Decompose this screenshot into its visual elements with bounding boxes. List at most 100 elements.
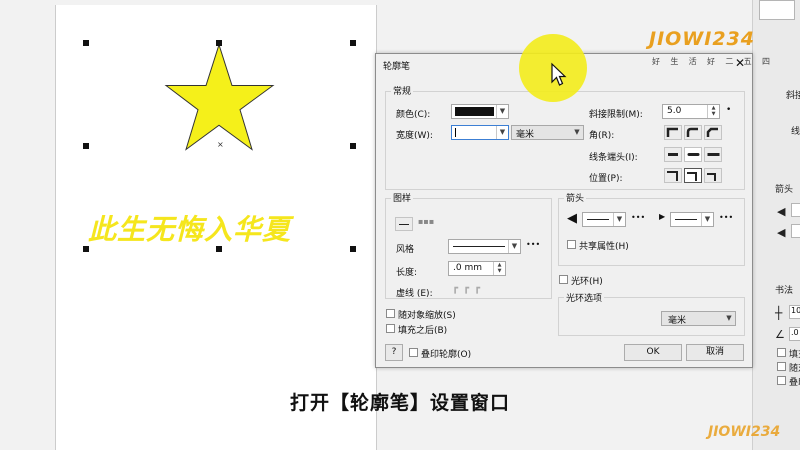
share-attributes-label: 共享属性(H) — [579, 242, 629, 252]
end-arrow-more-button[interactable]: ••• — [719, 213, 733, 222]
spinner-arrows-icon[interactable]: ▲ ▼ — [493, 262, 505, 275]
dialog-title: 轮廓笔 — [383, 62, 411, 72]
miter-limit-spinner[interactable]: 5.0 ▲ ▼ — [662, 104, 720, 119]
corner-round-button[interactable] — [684, 125, 702, 140]
line-style-preview — [453, 246, 505, 247]
selection-handle[interactable] — [216, 40, 222, 46]
watermark-slogan: 好 生 活 好 二 五 四 — [652, 56, 770, 67]
halo-unit-select[interactable]: 毫米 ▼ — [661, 311, 736, 326]
lock-icon[interactable]: • — [726, 105, 731, 115]
dash-preview-icon: ▪▪▪ — [418, 217, 435, 226]
scale-with-object-checkbox[interactable] — [386, 309, 395, 318]
docker-fill-checkbox[interactable] — [777, 348, 786, 357]
color-swatch — [455, 107, 494, 116]
chevron-down-icon: ▼ — [496, 105, 508, 118]
width-unit-value: 毫米 — [516, 130, 535, 140]
color-picker[interactable]: ▼ — [451, 104, 509, 119]
chevron-down-icon: ▼ — [496, 126, 508, 139]
start-arrow-select[interactable]: ▼ — [582, 212, 626, 227]
selection-handle[interactable] — [350, 246, 356, 252]
end-arrow-select[interactable]: ▼ — [670, 212, 714, 227]
color-label: 颜色(C): — [396, 110, 431, 120]
selection-handle[interactable] — [350, 143, 356, 149]
docker-overprint-label: 叠印 — [789, 378, 800, 388]
cap-butt-button[interactable] — [664, 147, 682, 162]
dash-corner-icons[interactable]: ┏┏┏ — [452, 283, 485, 294]
miter-limit-value: 5.0 — [667, 106, 682, 116]
docker-arrowhead-label: 箭头 — [775, 185, 794, 195]
corner-miter-icon — [666, 127, 678, 137]
docker-miter-label: 斜接 — [786, 91, 800, 101]
spinner-arrows-icon[interactable]: ▲ ▼ — [707, 105, 719, 118]
slogan-char: 生 — [670, 57, 679, 66]
chevron-down-icon: ▼ — [726, 314, 732, 322]
docker-angle-field[interactable]: .0 — [789, 327, 800, 341]
help-button[interactable]: ? — [385, 344, 403, 361]
selection-handle[interactable] — [83, 143, 89, 149]
slogan-char: 二 — [725, 57, 734, 66]
share-attributes-checkbox[interactable] — [567, 240, 576, 249]
width-label: 宽度(W): — [396, 131, 433, 141]
position-inside-button[interactable] — [704, 168, 722, 183]
width-combo[interactable]: ▼ — [451, 125, 509, 140]
outline-pen-dialog: 轮廓笔 ✕ 常规 颜色(C): ▼ 宽度(W): ▼ 毫米 ▼ 斜接限制(M):… — [375, 53, 753, 368]
slogan-char: 好 — [706, 57, 715, 66]
halo-options-title: 光环选项 — [564, 291, 605, 304]
docker-stretch-field[interactable]: 10 — [789, 305, 800, 319]
start-arrow-more-button[interactable]: ••• — [631, 213, 645, 222]
overprint-outline-checkbox[interactable] — [409, 348, 418, 357]
video-caption: 打开【轮廓笔】设置窗口 — [289, 392, 510, 414]
docker-arrow-left-icon-2[interactable]: ◀ — [777, 226, 785, 239]
arrows-group — [558, 198, 745, 266]
corner-label: 角(R): — [589, 131, 615, 141]
slogan-char: 好 — [652, 57, 660, 66]
slogan-char: 活 — [688, 57, 697, 66]
mouse-pointer-icon — [551, 62, 567, 86]
watermark-logo-bottom: JIOWI234 — [708, 424, 781, 440]
cap-square-button[interactable] — [704, 147, 722, 162]
stretch-icon: ┼ — [775, 306, 783, 320]
miter-limit-label: 斜接限制(M): — [589, 110, 643, 120]
docker-arrow-field[interactable] — [791, 203, 800, 217]
chevron-down-icon: ▼ — [508, 240, 520, 253]
text-caret — [455, 128, 456, 137]
docker-follow-checkbox[interactable] — [777, 362, 786, 371]
center-mark-icon: × — [217, 140, 224, 149]
length-spinner[interactable]: .0 mm ▲ ▼ — [448, 261, 506, 276]
docker-fill-label: 填充 — [789, 350, 800, 360]
docker-overprint-checkbox[interactable] — [777, 376, 786, 385]
canvas-workspace — [0, 0, 55, 450]
corner-miter-button[interactable] — [664, 125, 682, 140]
length-label: 长度: — [396, 268, 418, 278]
halo-label: 光环(H) — [571, 277, 603, 287]
slogan-char: 四 — [761, 57, 770, 66]
docker-arrow-left-icon[interactable]: ◀ — [777, 205, 785, 218]
chevron-down-icon: ▼ — [613, 213, 625, 226]
docker-top-field[interactable] — [759, 0, 795, 20]
arrow-left-icon: ◀ — [567, 211, 577, 226]
halo-checkbox[interactable] — [559, 275, 568, 284]
cap-round-button[interactable] — [684, 147, 702, 162]
angle-icon: ∠ — [775, 328, 785, 341]
corner-bevel-button[interactable] — [704, 125, 722, 140]
line-style-select[interactable]: ▼ — [448, 239, 521, 254]
docker-arrow-field-2[interactable] — [791, 224, 800, 238]
linecap-label: 线条端头(I): — [589, 153, 638, 163]
line-style-preview-button[interactable] — [395, 217, 413, 231]
cap-butt-icon — [668, 153, 678, 156]
cancel-button[interactable]: 取消 — [686, 344, 744, 361]
position-outside-button[interactable] — [664, 168, 682, 183]
selection-handle[interactable] — [350, 40, 356, 46]
selection-handle[interactable] — [83, 40, 89, 46]
length-value: .0 mm — [453, 263, 482, 273]
position-inside-icon — [707, 173, 716, 181]
position-center-button[interactable] — [684, 168, 702, 183]
artwork-text[interactable]: 此生无悔入华夏 — [88, 208, 291, 248]
docker-line-label: 线 — [791, 127, 800, 137]
width-unit-select[interactable]: 毫米 ▼ — [511, 125, 584, 140]
halo-unit-value: 毫米 — [668, 316, 687, 326]
cap-square-icon — [707, 153, 720, 156]
style-more-button[interactable]: ••• — [526, 240, 540, 249]
fill-behind-checkbox[interactable] — [386, 324, 395, 333]
ok-button[interactable]: OK — [624, 344, 682, 361]
